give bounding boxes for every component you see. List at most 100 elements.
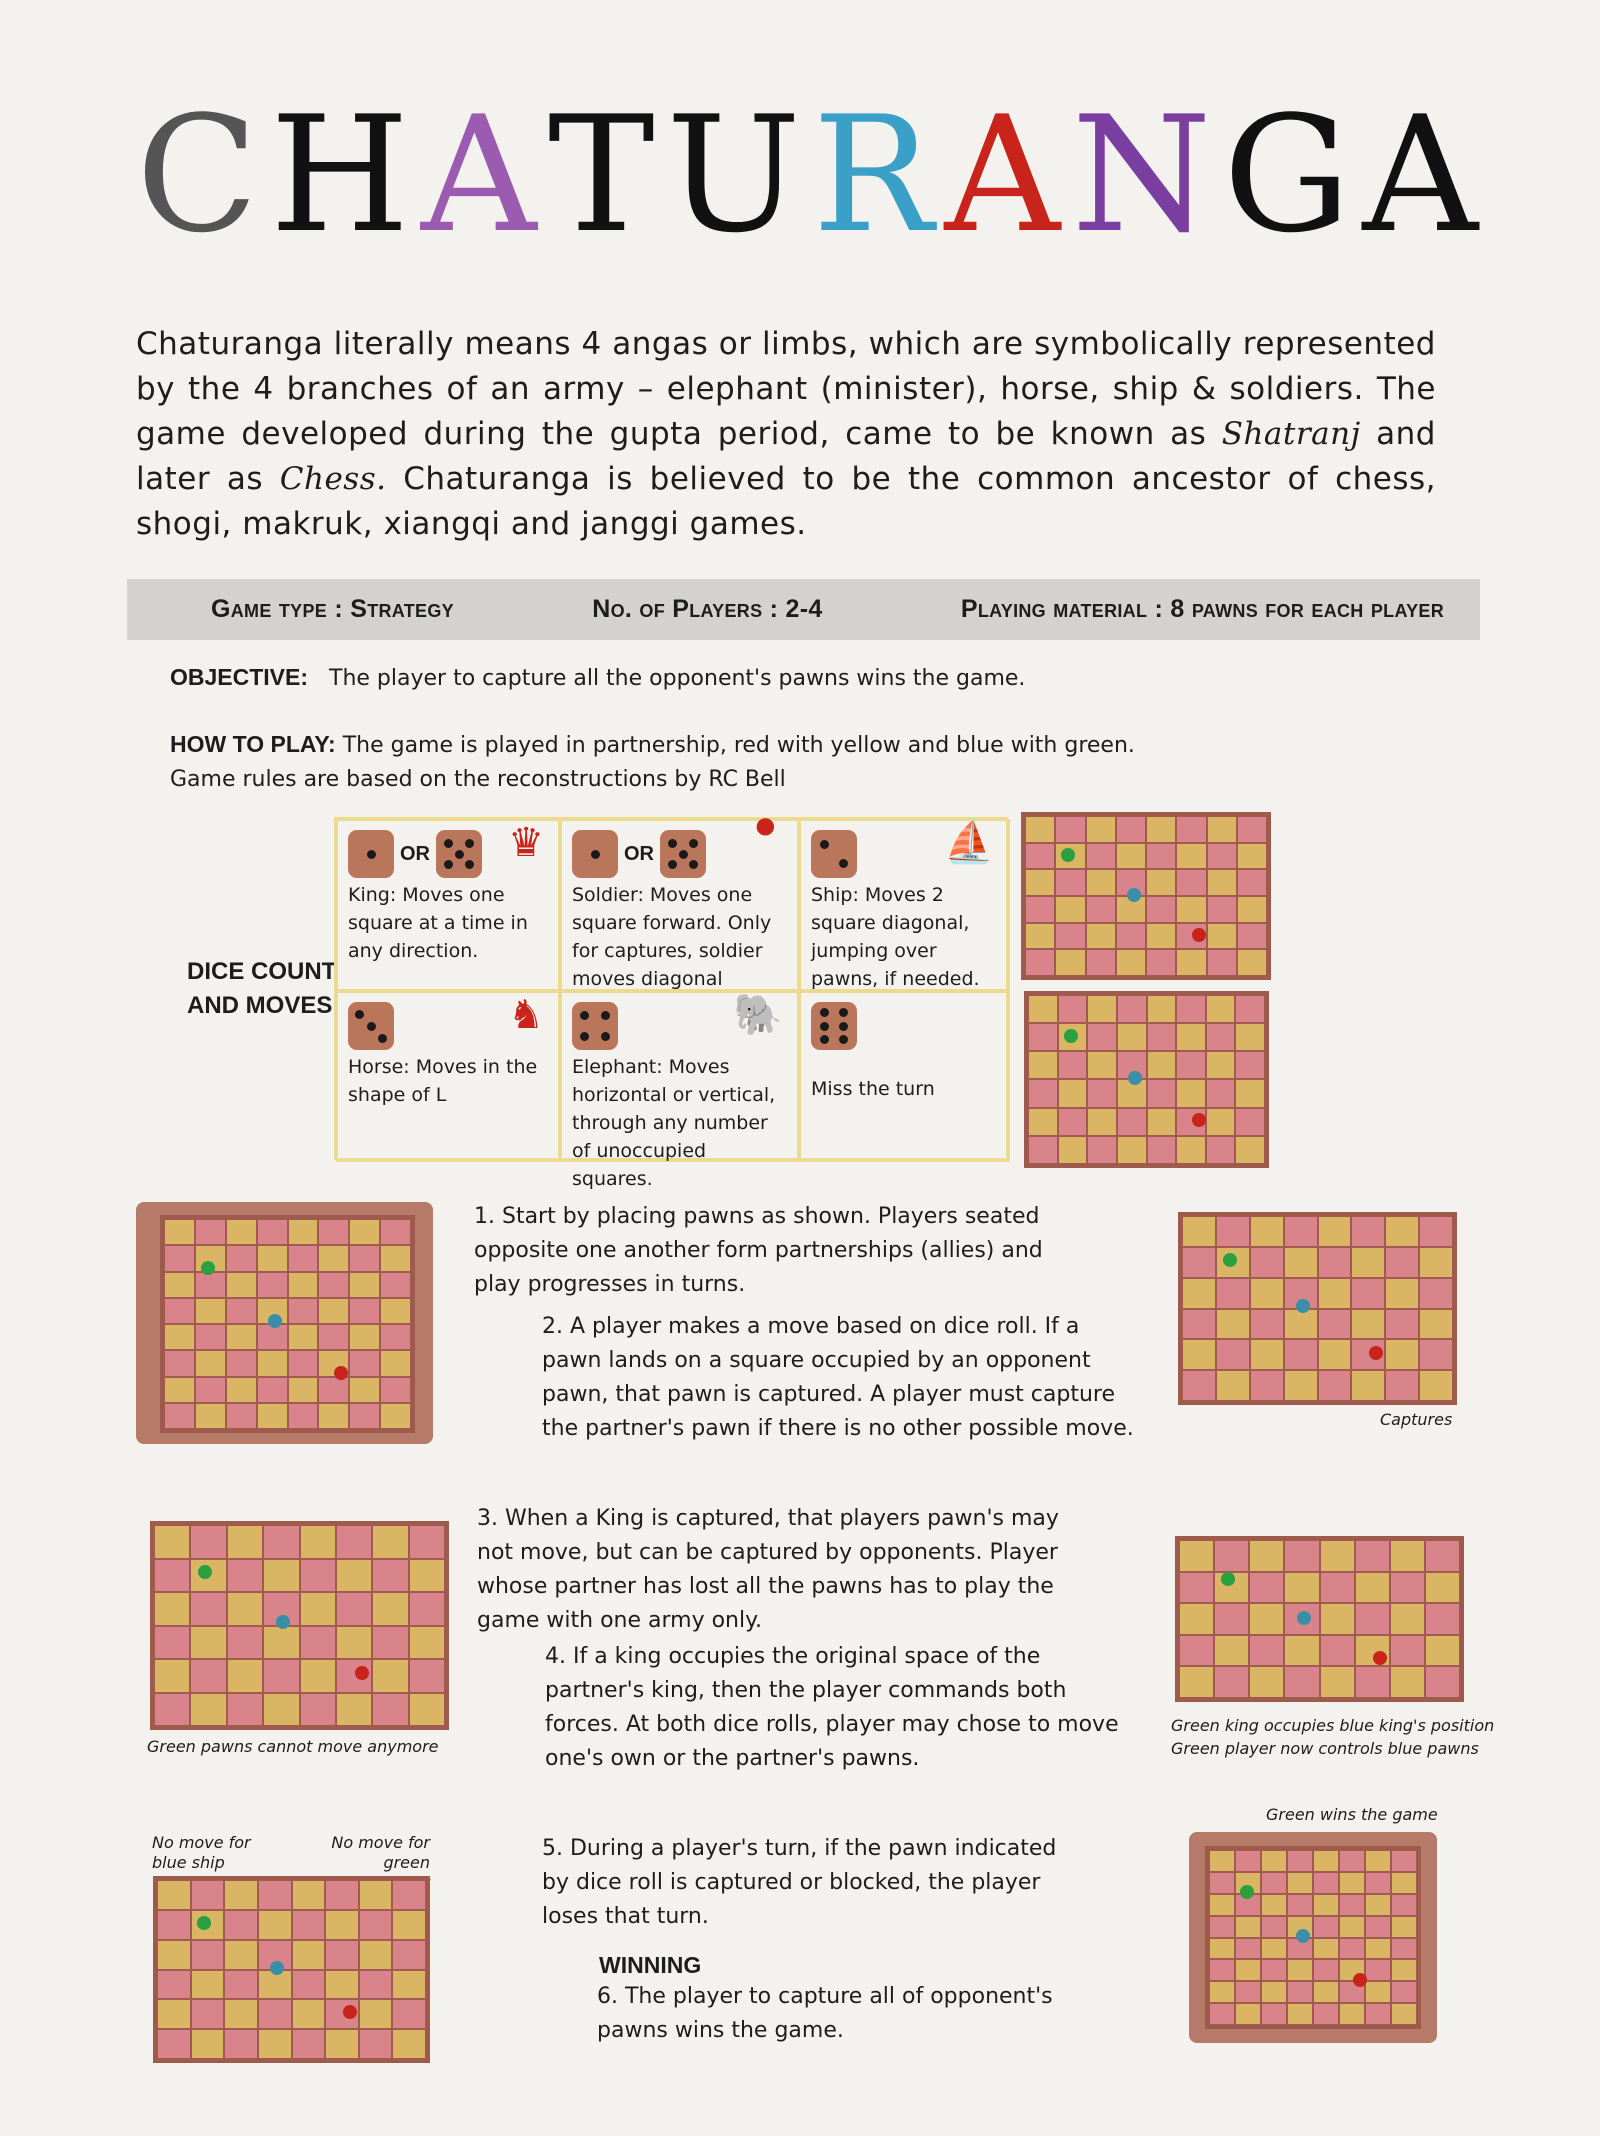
board-square <box>380 1376 411 1403</box>
move-cell: Miss the turn <box>799 991 1010 1162</box>
board-square <box>1351 1246 1386 1278</box>
board-square <box>1354 1540 1390 1572</box>
board-square <box>225 1271 257 1298</box>
board-square <box>1339 1915 1365 1938</box>
board-square <box>335 1625 373 1659</box>
board-square <box>1176 995 1206 1024</box>
board-square <box>380 1219 411 1246</box>
board-square <box>225 1402 257 1429</box>
board-square <box>1424 1540 1460 1572</box>
board-square <box>299 1558 336 1592</box>
no-move-ship-caption: No move for blue ship <box>152 1833 251 1872</box>
title-letter: N <box>1071 81 1212 268</box>
board-square <box>1339 1850 1365 1872</box>
board-square <box>1354 1666 1390 1698</box>
title-letter: C <box>136 81 259 268</box>
board-square <box>1176 842 1207 870</box>
title-letter: A <box>420 81 537 268</box>
board-square <box>1236 895 1267 923</box>
board-square <box>358 1999 393 2030</box>
board-square <box>224 1999 258 2030</box>
board-square <box>1236 869 1267 896</box>
board-square <box>164 1271 195 1298</box>
board-square <box>1206 895 1237 923</box>
board-square <box>1391 1937 1417 1960</box>
board-square <box>256 1350 288 1377</box>
board-square <box>1424 1634 1460 1667</box>
board-square <box>1249 1571 1285 1604</box>
board-square <box>1313 1850 1339 1872</box>
title-letter: R <box>812 81 934 268</box>
board-square <box>1365 1893 1391 1916</box>
move-cell: OR ♛ King: Moves one square at a time in a… <box>336 819 560 991</box>
board-square <box>194 1219 226 1246</box>
board-square <box>256 1376 288 1403</box>
board-square <box>1146 1023 1177 1052</box>
pawn-icon <box>354 1665 369 1680</box>
dice-6-icon <box>811 1002 857 1050</box>
green-wins-caption: Green wins the game <box>1266 1805 1438 1824</box>
board-square <box>392 2029 426 2059</box>
board-square <box>257 1999 292 2030</box>
board-square <box>224 1909 258 1940</box>
board-square <box>1365 2003 1391 2025</box>
board-square <box>194 1376 226 1403</box>
board-square <box>1283 1216 1318 1247</box>
board-square <box>1206 869 1237 896</box>
board-square <box>349 1324 381 1351</box>
how-to-play: HOW TO PLAY: The game is played in partn… <box>170 731 1135 792</box>
pawn-icon <box>1126 888 1141 902</box>
board-square <box>1419 1370 1453 1401</box>
board-square <box>226 1659 264 1693</box>
board-square <box>1215 1339 1250 1371</box>
board-square <box>1283 1370 1318 1401</box>
board-square <box>1025 922 1056 950</box>
board-square <box>225 1297 257 1324</box>
pawn-icon <box>201 1261 216 1275</box>
board-square <box>1182 1277 1216 1309</box>
board-square <box>1214 1634 1250 1667</box>
board-square <box>1419 1277 1453 1309</box>
board-square <box>1424 1571 1460 1604</box>
board-square <box>1179 1666 1215 1698</box>
board-square <box>1235 2003 1261 2025</box>
pawn-icon <box>1352 1972 1367 1987</box>
board-square <box>1261 1850 1287 1872</box>
board-square <box>299 1592 336 1626</box>
board-square <box>164 1376 195 1403</box>
board-square <box>1085 869 1116 896</box>
board-square <box>1391 1871 1417 1894</box>
board-square <box>287 1324 319 1351</box>
board-square <box>1146 1135 1177 1164</box>
dot-icon: • <box>747 794 783 864</box>
board-square <box>164 1402 195 1429</box>
pawn-icon <box>269 1960 284 1975</box>
board-square <box>256 1245 288 1272</box>
blocked-move-board <box>153 1876 430 2063</box>
board-square <box>1419 1246 1453 1278</box>
board-square <box>349 1402 381 1429</box>
board-square <box>1055 895 1086 923</box>
board-square <box>1249 1308 1284 1340</box>
board-square <box>1182 1370 1216 1401</box>
board-square <box>157 1999 191 2030</box>
board-square <box>1339 2003 1365 2025</box>
board-square <box>1391 1893 1417 1916</box>
board-square <box>157 1969 191 2000</box>
board-square <box>380 1271 411 1298</box>
board-square <box>287 1402 319 1429</box>
board-square <box>299 1659 336 1693</box>
board-square <box>287 1297 319 1324</box>
dice-1-icon <box>572 830 618 878</box>
board-square <box>225 1376 257 1403</box>
board-square <box>263 1625 300 1659</box>
move-description: King: Moves one square at a time in any … <box>348 884 528 962</box>
board-square <box>1025 869 1056 896</box>
green-cannot-move-caption: Green pawns cannot move anymore <box>147 1737 439 1756</box>
move-cell: ⛵ Ship: Moves 2 square diagonal, jumping … <box>799 819 1010 991</box>
board-square <box>1317 1308 1352 1340</box>
board-square <box>1206 922 1237 950</box>
board-square <box>1391 1850 1417 1872</box>
board-square <box>1283 1246 1318 1278</box>
board-square <box>194 1324 226 1351</box>
